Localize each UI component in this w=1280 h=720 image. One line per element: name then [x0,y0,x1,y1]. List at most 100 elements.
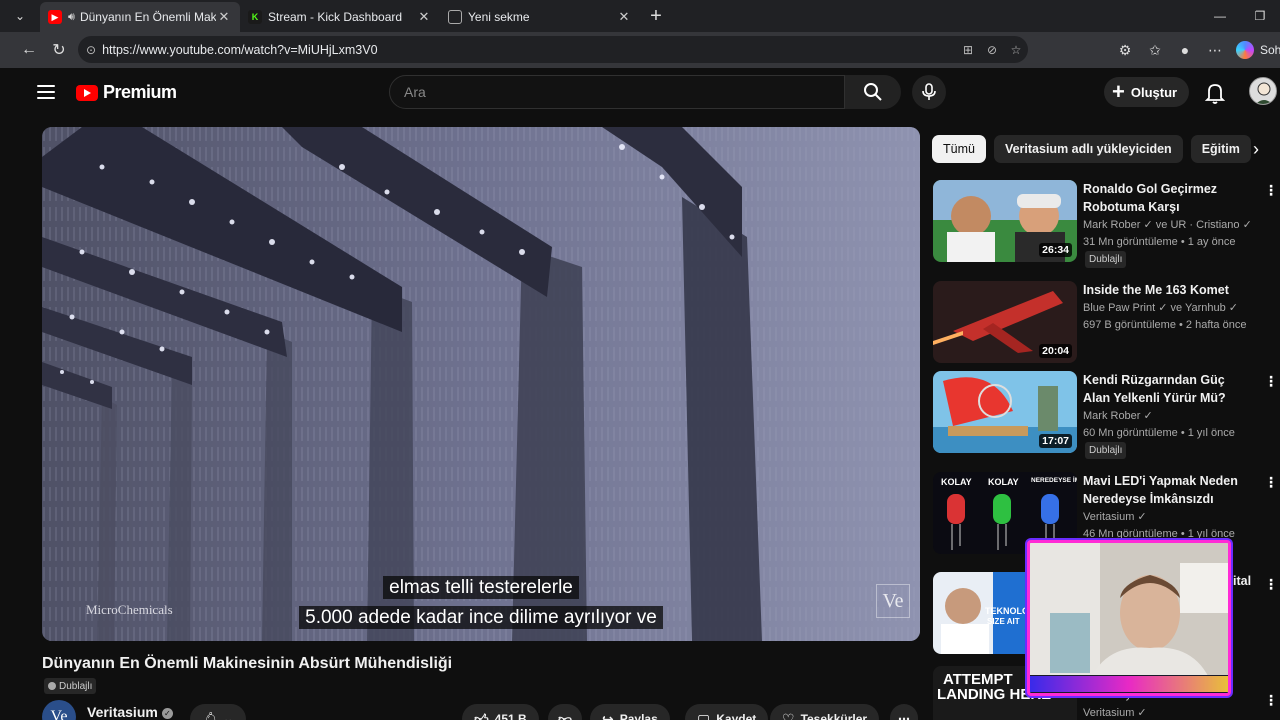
reload-icon[interactable]: ↻ [44,35,74,65]
favorite-star-icon[interactable]: ☆ [1004,43,1028,57]
chevron-right-icon[interactable]: › [1242,135,1270,163]
recommendation-title[interactable]: Ronaldo Gol Geçirmez Robotuma Karşı [1083,180,1253,216]
omnibox-icons: ⊞ ⊘ ☆ [956,36,1028,63]
thumbs-down-icon: 👎︎ [558,710,573,720]
menu-icon[interactable] [36,82,56,102]
create-button[interactable]: + Oluştur [1104,77,1190,107]
more-vert-icon[interactable]: ⋮ [1264,576,1278,593]
subscription-bell-button[interactable]: 🔔︎ ⌄ [190,704,246,720]
minimize-icon[interactable]: — [1200,0,1240,32]
video-player[interactable]: MicroChemicals Ve elmas telli testereler… [42,127,920,641]
chip-from-uploader[interactable]: Veritasium adlı yükleyiciden [993,135,1183,163]
speaker-icon[interactable]: 🔊︎ [68,11,75,24]
more-vert-icon[interactable]: ⋮ [1264,692,1278,709]
url-text[interactable]: https://www.youtube.com/watch?v=MiUHjLxm… [102,43,377,57]
recommendation-title[interactable]: Mavi LED'i Yapmak Neden Neredeyse İmkâns… [1083,472,1253,508]
tab-kick[interactable]: K Stream - Kick Dashboard ✕ [240,2,440,32]
caption-line-2: 5.000 adede kadar ince dilime ayrılıyor … [42,606,920,629]
video-duration: 17:07 [1039,434,1072,448]
recommendation-channel[interactable]: Mark Rober ✓ [1083,409,1153,422]
recommendation-channel[interactable]: Blue Paw Print ✓ ve Yarnhub ✓ [1083,301,1238,314]
share-button[interactable]: ↪ Paylaş [590,704,670,720]
profile-icon[interactable]: ● [1170,42,1200,58]
recommendation-item[interactable]: 20:04 Inside the Me 163 Komet Blue Paw P… [933,281,1273,365]
recommendation-item[interactable]: 17:07 Kendi Rüzgarından Güç Alan Yelkenl… [933,371,1278,459]
channel-name[interactable]: Veritasium ✓ [87,704,173,720]
video-frame [42,127,920,641]
tab-youtube[interactable]: ▶ 🔊︎ Dünyanın En Önemli Makinesinin Absü… [40,2,240,32]
close-icon[interactable]: ✕ [216,9,232,25]
youtube-icon: ▶ [48,10,62,24]
chevron-down-icon: ⌄ [222,711,234,720]
favorites-icon[interactable]: ✩ [1140,42,1170,59]
dub-label: Dublajlı [59,680,93,692]
recommendation-channel[interactable]: Veritasium ✓ [1083,510,1147,523]
video-thumbnail[interactable]: 26:34 [933,180,1077,262]
recommendation-title[interactable]: Kendi Rüzgarından Güç Alan Yelkenli Yürü… [1083,371,1253,407]
copilot-label: Soh [1260,43,1280,57]
filter-chips: Tümü Veritasium adlı yükleyiciden Eğitim [932,135,1272,163]
dub-label: Dublajlı [1089,254,1123,265]
account-avatar[interactable] [1249,77,1277,105]
video-thumbnail[interactable]: 20:04 [933,281,1077,363]
dislike-button[interactable]: 👎︎ [548,704,583,720]
address-bar[interactable]: ⊙ https://www.youtube.com/watch?v=MiUHjL… [78,36,1028,63]
search-box [389,75,845,109]
chip-all[interactable]: Tümü [932,135,986,163]
voice-search-button[interactable] [912,75,946,109]
like-button[interactable]: 👍︎ 451 B [462,704,539,720]
like-count: 451 B [494,712,527,720]
dubbed-badge: Dublajlı [1085,251,1127,268]
share-icon: ↪ [602,710,614,720]
recommendation-item[interactable]: 26:34 Ronaldo Gol Geçirmez Robotuma Karş… [933,180,1278,268]
notification-bell-icon[interactable] [1202,80,1228,106]
recommendation-channel[interactable]: Veritasium ✓ [1083,706,1147,719]
search-button[interactable] [845,75,901,109]
search-icon [864,83,882,101]
save-button[interactable]: ▢ Kaydet [685,704,769,720]
close-icon[interactable]: ✕ [416,9,432,25]
webcam-overlay-bar [1030,676,1228,692]
channel-row: Ve Veritasium ✓ 🔔︎ ⌄ 👍︎ 451 B 👎︎ ↪ Paylaş ▢… [42,700,922,720]
more-vert-icon[interactable]: ⋮ [1264,474,1278,491]
recommendation-meta: 46 Mn görüntüleme • 1 yıl önce [1083,528,1235,540]
thanks-icon: ♡ [782,710,795,720]
recommendation-title[interactable]: ital [1233,572,1263,590]
new-tab-icon [448,10,462,24]
thumb-label: TEKNOLO [985,606,1029,616]
recommendation-channel[interactable]: Mark Rober ✓ ve UR · Cristiano ✓ [1083,218,1252,231]
save-label: Kaydet [716,712,757,720]
thanks-button[interactable]: ♡ Teşekkürler [770,704,880,720]
tracking-icon[interactable]: ⊘ [980,43,1004,57]
caption-line-1: elmas telli testerelerle [42,576,920,599]
more-vert-icon[interactable]: ⋮ [1264,182,1278,199]
recommendation-title[interactable]: Inside the Me 163 Komet [1083,281,1253,299]
tab-list-chevron-icon[interactable]: ⌄ [0,0,40,32]
new-tab-button[interactable]: + [640,0,672,32]
webcam-feed [1030,543,1228,693]
dub-icon [48,682,56,690]
video-title: Dünyanın En Önemli Makinesinin Absürt Mü… [42,655,453,672]
search-input[interactable] [404,84,844,100]
extension-icons: ⚙ ✩ ● ⋯ [1110,32,1230,68]
more-actions-button[interactable]: ⋯ [890,704,918,720]
more-vert-icon[interactable]: ⋮ [1264,373,1278,390]
split-screen-icon[interactable]: ⊞ [956,43,980,57]
more-menu-icon[interactable]: ⋯ [1200,42,1230,59]
thumb-label: SIZE AIT [987,617,1020,626]
thumbs-up-icon: 👍︎ [474,710,489,720]
thanks-label: Teşekkürler [800,712,868,720]
back-arrow-icon[interactable]: ← [14,35,44,65]
tab-label: Stream - Kick Dashboard [268,10,403,24]
youtube-logo[interactable]: Premium [76,82,177,103]
extension-icon[interactable]: ⚙ [1110,42,1140,59]
tab-new[interactable]: Yeni sekme ✕ [440,2,640,32]
tab-label: Dünyanın En Önemli Makinesinin Absürt Mü… [79,10,216,24]
create-label: Oluştur [1130,84,1178,100]
close-icon[interactable]: ✕ [616,9,632,25]
channel-avatar[interactable]: Ve [42,700,76,720]
maximize-icon[interactable]: ❐ [1240,0,1280,32]
video-thumbnail[interactable]: 17:07 [933,371,1077,453]
copilot-button[interactable]: Soh [1236,38,1280,62]
site-info-icon[interactable]: ⊙ [86,43,96,57]
